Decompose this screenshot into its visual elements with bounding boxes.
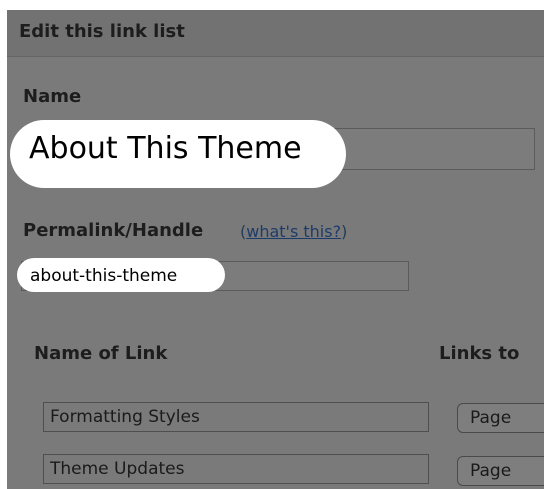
- link-name-input[interactable]: Theme Updates: [43, 454, 429, 484]
- panel-title: Edit this link list: [19, 21, 185, 42]
- name-label: Name: [23, 86, 82, 107]
- column-name-of-link: Name of Link: [34, 343, 168, 364]
- permalink-label: Permalink/Handle: [23, 220, 204, 241]
- whats-this-help: (what's this?): [240, 222, 348, 241]
- panel-header: Edit this link list: [7, 10, 544, 57]
- link-type-select[interactable]: Page: [457, 403, 544, 433]
- name-value: About This Theme: [29, 131, 302, 166]
- link-name-input[interactable]: Formatting Styles: [43, 402, 429, 432]
- permalink-value: about-this-theme: [30, 266, 178, 286]
- link-type-select[interactable]: Page: [457, 456, 544, 486]
- edit-link-list-panel: Edit this link list Name About This Them…: [7, 10, 544, 489]
- column-links-to: Links to: [439, 343, 520, 364]
- whats-this-link[interactable]: what's this?: [246, 222, 341, 241]
